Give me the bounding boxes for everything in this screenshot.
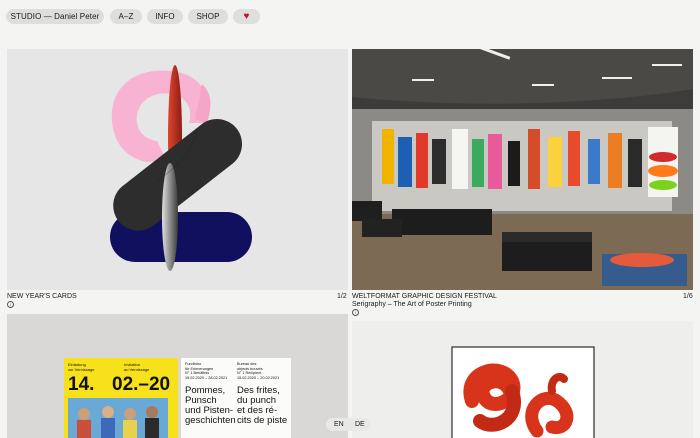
favorites-button[interactable]: ♥	[233, 9, 260, 24]
project-subtitle: Serigraphy – The Art of Poster Printing	[352, 301, 472, 308]
poster-col2-big: Des frites, du punch et des ré- cits de …	[237, 385, 288, 426]
yellow-poster: Einladung zur Vernissage Invitation au V…	[64, 358, 178, 438]
white-poster: Fundbüro für Erinnerungen N° 1 Behältnis…	[181, 358, 291, 438]
language-de[interactable]: DE	[355, 418, 365, 431]
project-title[interactable]: WELTFORMAT GRAPHIC DESIGN FESTIVAL	[352, 293, 497, 301]
project-image-weltformat[interactable]	[352, 49, 693, 290]
info-icon[interactable]: i	[7, 301, 14, 308]
poster-day: 14.	[68, 374, 95, 395]
poster-photo	[68, 398, 168, 438]
project-image-poster[interactable]: Einladung zur Vernissage Invitation au V…	[7, 314, 348, 438]
heart-icon: ♥	[243, 11, 250, 22]
poster-date: 02.–20	[112, 374, 171, 395]
info-icon[interactable]: i	[352, 309, 359, 316]
sculpture-illustration	[110, 65, 252, 271]
poster-col1-big: Pommes, Punsch und Pisten- geschichten	[185, 385, 236, 426]
project-counter: 1/6	[683, 293, 693, 300]
poster-col2-head: Bureau des objects trouvés N° 1 Récipien…	[237, 362, 280, 380]
language-en[interactable]: EN	[334, 418, 344, 431]
language-switch: EN DE	[326, 418, 370, 431]
gallery-photo	[352, 49, 693, 290]
poster-col1-head: Fundbüro für Erinnerungen N° 1 Behältnis…	[185, 362, 228, 380]
nav-studio-link[interactable]: STUDIO — Daniel Peter	[6, 9, 104, 24]
sausage-illustration	[451, 346, 595, 438]
project-image-new-years-cards[interactable]	[7, 49, 348, 290]
project-title[interactable]: NEW YEAR'S CARDS	[7, 293, 77, 301]
poster-small-text: Einladung zur Vernissage	[68, 362, 95, 372]
nav-shop-link[interactable]: SHOP	[188, 9, 228, 24]
project-image-sausage[interactable]	[352, 321, 693, 438]
nav-az-link[interactable]: A–Z	[110, 9, 142, 24]
project-counter: 1/2	[337, 293, 347, 300]
poster-small-text: Invitation au Vernissage	[124, 362, 150, 372]
nav-info-link[interactable]: INFO	[147, 9, 183, 24]
